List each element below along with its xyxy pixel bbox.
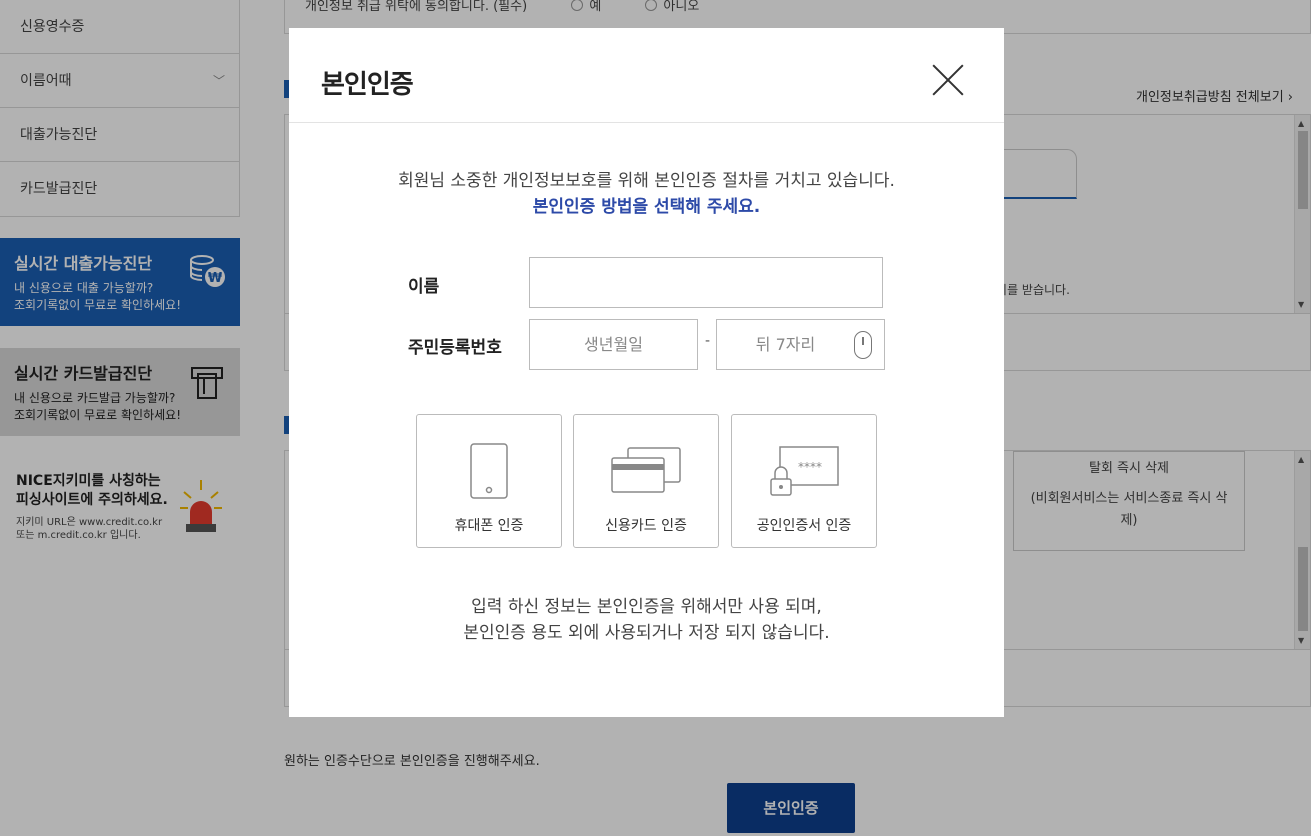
rrn-label: 주민등록번호 bbox=[408, 338, 502, 358]
rrn-front-input[interactable] bbox=[529, 319, 698, 370]
privacy-notice-line: 본인인증 용도 외에 사용되거나 저장 되지 않습니다. bbox=[463, 623, 830, 643]
close-icon[interactable] bbox=[932, 64, 964, 96]
modal-title: 본인인증 bbox=[321, 70, 414, 100]
mobile-verify-button[interactable]: 휴대폰 인증 bbox=[416, 414, 562, 548]
credit-card-verify-button[interactable]: 신용카드 인증 bbox=[573, 414, 719, 548]
intro-highlight: 본인인증 방법을 선택해 주세요. bbox=[532, 197, 761, 217]
modal-header: 본인인증 bbox=[289, 28, 1004, 123]
method-label: 휴대폰 인증 bbox=[454, 518, 524, 534]
certificate-lock-icon: **** bbox=[770, 446, 839, 496]
certificate-verify-button[interactable]: **** 공인인증서 인증 bbox=[731, 414, 877, 548]
privacy-notice: 입력 하신 정보는 본인인증을 위해서만 사용 되며, 본인인증 용도 외에 사… bbox=[289, 594, 1004, 646]
mobile-phone-icon bbox=[470, 443, 508, 499]
method-label: 공인인증서 인증 bbox=[756, 518, 852, 534]
svg-text:****: **** bbox=[798, 460, 822, 474]
identity-verification-modal: 본인인증 회원님 소중한 개인정보보호를 위해 본인인증 절차를 거치고 있습니… bbox=[289, 28, 1004, 717]
privacy-notice-line: 입력 하신 정보는 본인인증을 위해서만 사용 되며, bbox=[471, 597, 822, 617]
credit-card-icon bbox=[611, 447, 681, 493]
rrn-dash: - bbox=[705, 333, 711, 349]
intro-text: 회원님 소중한 개인정보보호를 위해 본인인증 절차를 거치고 있습니다. bbox=[398, 171, 895, 191]
method-label: 신용카드 인증 bbox=[605, 518, 687, 534]
modal-intro: 회원님 소중한 개인정보보호를 위해 본인인증 절차를 거치고 있습니다. 본인… bbox=[289, 168, 1004, 220]
name-label: 이름 bbox=[408, 277, 440, 297]
name-input[interactable] bbox=[529, 257, 883, 308]
mouse-keypad-icon[interactable] bbox=[854, 331, 872, 359]
